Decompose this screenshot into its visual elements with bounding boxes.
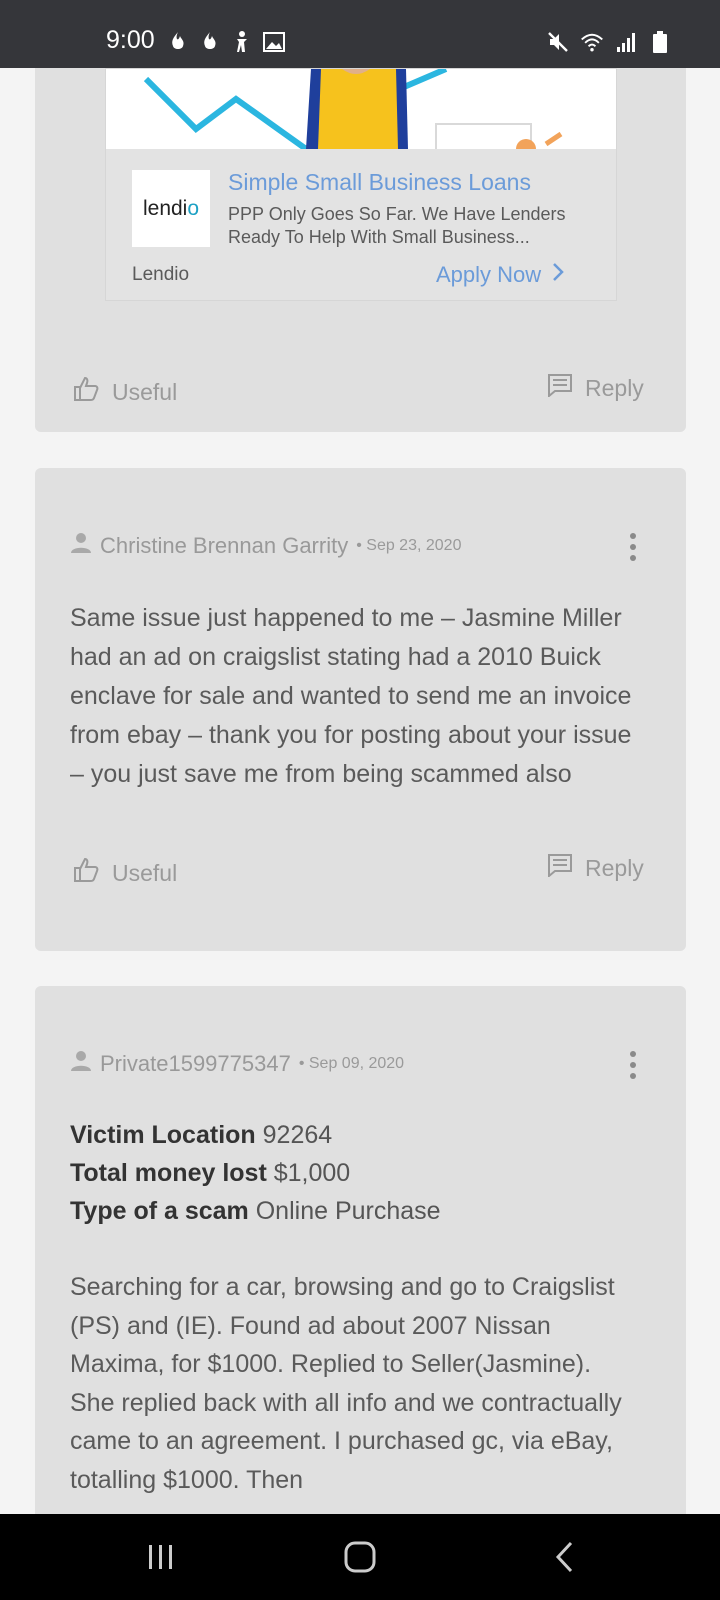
accessibility-icon xyxy=(230,30,254,54)
user-icon xyxy=(70,1050,92,1077)
review-text: Searching for a car, browsing and go to … xyxy=(70,1273,622,1494)
reply-button[interactable]: Reply xyxy=(547,853,644,883)
user-icon xyxy=(70,532,92,559)
review-date: • Sep 23, 2020 xyxy=(356,536,462,554)
signal-icon xyxy=(614,30,638,54)
scam-details: Victim Location 92264 Total money lost $… xyxy=(70,1116,441,1230)
review-author[interactable]: Private1599775347 xyxy=(100,1051,291,1077)
review-card: Private1599775347 • Sep 09, 2020 Victim … xyxy=(35,986,686,1514)
system-icons xyxy=(546,30,672,54)
field-value: $1,000 xyxy=(273,1159,351,1187)
status-bar: 9:00 xyxy=(0,0,720,68)
image-icon xyxy=(262,30,286,54)
home-button[interactable] xyxy=(330,1514,390,1600)
more-options-button[interactable] xyxy=(628,533,638,561)
field-label: Total money lost xyxy=(70,1159,267,1187)
reply-button[interactable]: Reply xyxy=(547,373,644,403)
comment-icon xyxy=(547,373,573,403)
field-label: Type of a scam xyxy=(70,1197,249,1225)
content-scroll[interactable]: lendi o Simple Small Business Loans PPP O… xyxy=(0,68,720,1514)
flame-icon xyxy=(166,30,190,54)
review-text: Same issue just happened to me – Jasmine… xyxy=(70,604,632,788)
useful-button[interactable]: Useful xyxy=(72,856,177,890)
home-icon xyxy=(344,1541,376,1573)
comment-card: lendi o Simple Small Business Loans PPP O… xyxy=(35,68,686,432)
review-card: Christine Brennan Garrity • Sep 23, 2020… xyxy=(35,468,686,951)
ad-title[interactable]: Simple Small Business Loans xyxy=(228,169,531,196)
review-author[interactable]: Christine Brennan Garrity xyxy=(100,533,348,559)
more-options-button[interactable] xyxy=(628,1051,638,1079)
recent-apps-button[interactable] xyxy=(130,1514,190,1600)
back-icon xyxy=(555,1541,573,1573)
thumbs-up-icon xyxy=(72,856,100,890)
flame-icon xyxy=(198,30,222,54)
field-value: Online Purchase xyxy=(255,1197,441,1225)
review-meta: Christine Brennan Garrity • Sep 23, 2020 xyxy=(70,532,461,559)
ad-logo[interactable]: lendi o xyxy=(132,170,210,247)
back-button[interactable] xyxy=(535,1514,595,1600)
ad-brand: Lendio xyxy=(132,264,190,285)
thumbs-up-icon xyxy=(72,375,100,409)
chevron-right-icon xyxy=(551,261,565,289)
battery-icon xyxy=(648,30,672,54)
recents-icon xyxy=(149,1545,172,1569)
useful-button[interactable]: Useful xyxy=(72,375,177,409)
apply-now-label: Apply Now xyxy=(436,262,542,287)
comment-icon xyxy=(547,853,573,883)
victim-location-row: Victim Location 92264 xyxy=(70,1116,441,1154)
review-date: • Sep 09, 2020 xyxy=(298,1054,405,1072)
field-value: 92264 xyxy=(262,1121,333,1149)
status-time: 9:00 xyxy=(106,26,155,54)
scam-type-row: Type of a scam Online Purchase xyxy=(70,1192,441,1230)
money-lost-row: Total money lost $1,000 xyxy=(70,1154,441,1192)
navigation-bar xyxy=(0,1514,720,1600)
ad-logo-accent: o xyxy=(187,196,200,220)
apply-now-button[interactable]: Apply Now xyxy=(436,261,565,289)
review-meta: Private1599775347 • Sep 09, 2020 xyxy=(70,1050,404,1077)
ad-description: PPP Only Goes So Far. We Have Lenders Re… xyxy=(228,204,566,247)
field-label: Victim Location xyxy=(70,1121,256,1149)
useful-label: Useful xyxy=(112,378,178,405)
ad-logo-text: lendi xyxy=(142,196,188,220)
mute-icon xyxy=(546,30,570,54)
notification-icons xyxy=(166,30,286,54)
ad-banner[interactable]: lendi o Simple Small Business Loans PPP O… xyxy=(105,68,617,301)
reply-label: Reply xyxy=(585,854,644,881)
ad-image[interactable] xyxy=(106,69,616,149)
useful-label: Useful xyxy=(112,859,178,886)
wifi-icon xyxy=(580,30,604,54)
reply-label: Reply xyxy=(585,374,644,401)
